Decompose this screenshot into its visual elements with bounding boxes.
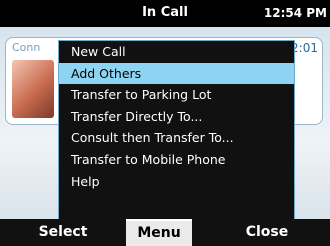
menu-item-consult-transfer[interactable]: Consult then Transfer To... [59,127,294,149]
call-options-menu: New Call Add Others Transfer to Parking … [58,40,295,221]
menu-softkey[interactable]: Menu [126,219,192,246]
softkey-bar: Select Menu Close [0,219,330,246]
select-softkey[interactable]: Select [18,219,108,246]
contact-avatar [12,60,54,118]
menu-item-transfer-directly[interactable]: Transfer Directly To... [59,106,294,128]
call-duration: 2:01 [291,41,318,55]
clock: 12:54 PM [263,6,327,20]
menu-item-add-others[interactable]: Add Others [59,62,294,85]
menu-item-new-call[interactable]: New Call [59,41,294,63]
menu-item-transfer-parking-lot[interactable]: Transfer to Parking Lot [59,84,294,106]
status-bar: In Call 12:54 PM [0,0,330,27]
phone-screen: In Call 12:54 PM Conn 2:01 New Call Add … [0,0,330,246]
menu-item-transfer-mobile[interactable]: Transfer to Mobile Phone [59,149,294,171]
menu-item-help[interactable]: Help [59,171,294,193]
close-softkey[interactable]: Close [222,219,312,246]
contact-name: Conn [12,41,41,54]
